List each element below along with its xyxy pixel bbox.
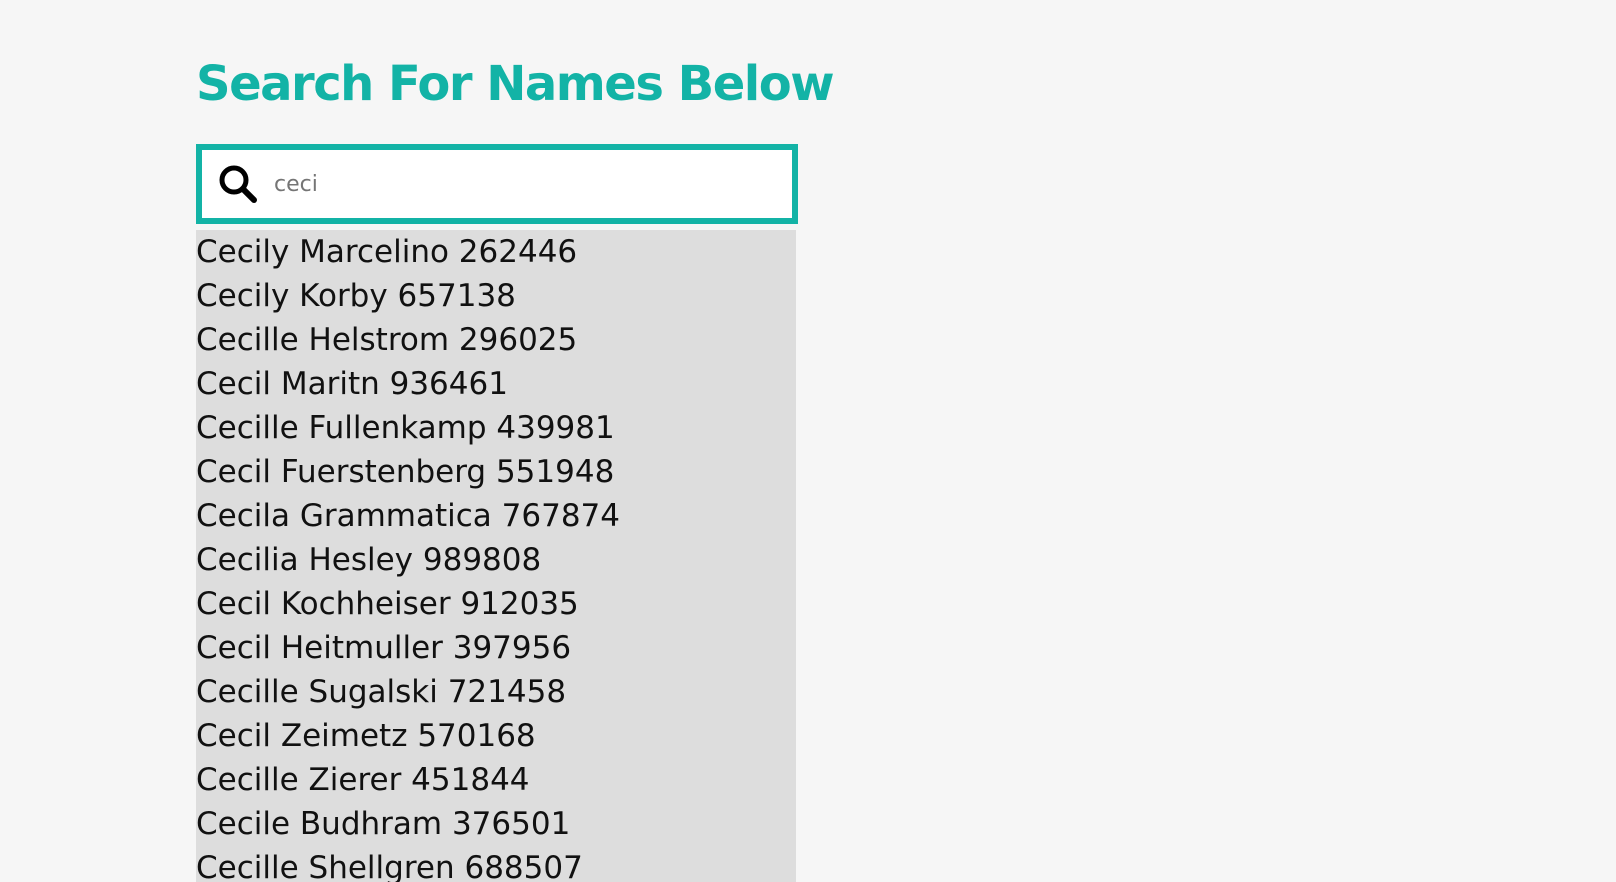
result-item[interactable]: Cecil Zeimetz 570168	[196, 714, 796, 758]
result-item[interactable]: Cecil Fuerstenberg 551948	[196, 450, 796, 494]
search-icon	[214, 160, 262, 208]
result-item[interactable]: Cecille Shellgren 688507	[196, 846, 796, 882]
result-item[interactable]: Cecily Marcelino 262446	[196, 230, 796, 274]
result-item[interactable]: Cecil Maritn 936461	[196, 362, 796, 406]
result-item[interactable]: Cecily Korby 657138	[196, 274, 796, 318]
result-item[interactable]: Cecille Zierer 451844	[196, 758, 796, 802]
result-item[interactable]: Cecille Helstrom 296025	[196, 318, 796, 362]
result-item[interactable]: Cecil Kochheiser 912035	[196, 582, 796, 626]
result-item[interactable]: Cecil Heitmuller 397956	[196, 626, 796, 670]
result-item[interactable]: Cecila Grammatica 767874	[196, 494, 796, 538]
result-item[interactable]: Cecile Budhram 376501	[196, 802, 796, 846]
result-item[interactable]: Cecilia Hesley 989808	[196, 538, 796, 582]
search-input[interactable]	[262, 150, 792, 218]
result-item[interactable]: Cecille Sugalski 721458	[196, 670, 796, 714]
results-list: Cecily Marcelino 262446 Cecily Korby 6571…	[196, 230, 796, 882]
search-panel: Search For Names Below Cecily Marcelino …	[196, 0, 835, 882]
result-item[interactable]: Cecille Fullenkamp 439981	[196, 406, 796, 450]
search-box[interactable]	[196, 144, 798, 224]
page-title: Search For Names Below	[196, 56, 835, 112]
